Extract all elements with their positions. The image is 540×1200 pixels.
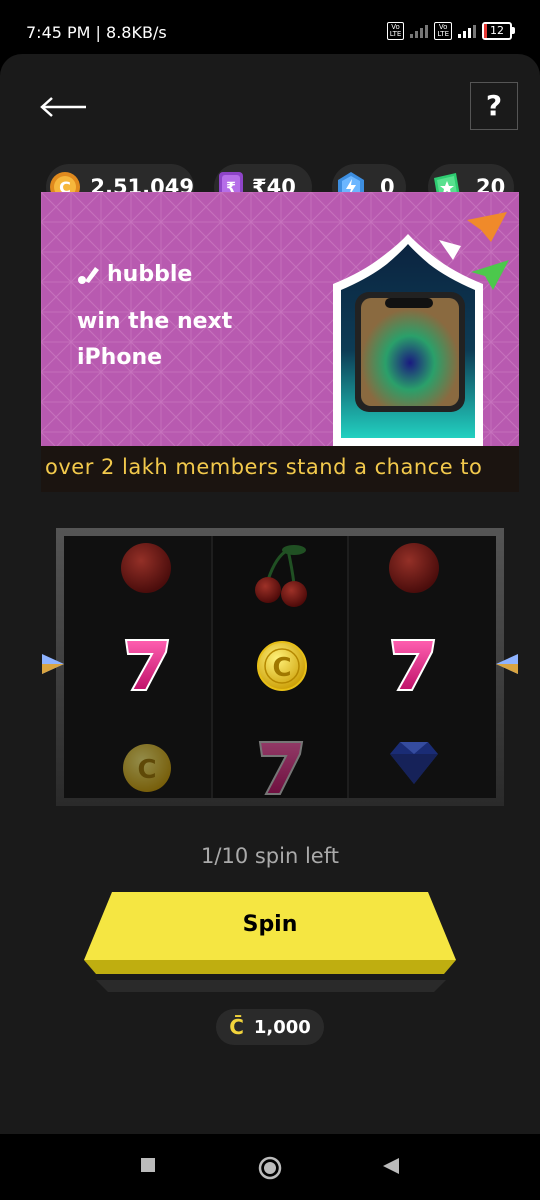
hubble-logo-icon [78, 266, 99, 284]
home-icon[interactable] [257, 1155, 283, 1181]
signal-icon [410, 24, 429, 38]
coin-symbol-icon-2: C [257, 641, 307, 691]
banner-ticker: over 2 lakh members stand a chance to [41, 446, 519, 492]
reel-pointer-right-icon [496, 654, 518, 674]
spin-cost-value: 1,000 [253, 1016, 311, 1038]
reel-pointer-left-icon [42, 654, 64, 674]
ticker-text: over 2 lakh members stand a chance to [45, 455, 483, 479]
coin-symbol-icon: C [123, 744, 171, 792]
back-nav-icon[interactable] [381, 1156, 401, 1176]
hubble-brand: hubble [77, 262, 192, 287]
cherry-icon [121, 543, 171, 593]
banner-tagline: win the next iPhone [77, 309, 233, 370]
battery-level: 12 [490, 24, 504, 37]
brand-name: hubble [107, 262, 193, 287]
volte-icon-2: Vo LTE [434, 22, 452, 40]
spins-left-text: 1/10 spin left [201, 844, 339, 868]
coin-currency-icon: C̄ [229, 1015, 244, 1039]
system-nav-bar [0, 1134, 540, 1200]
back-arrow-icon [40, 97, 86, 117]
spin-cost: C̄ 1,000 [216, 1009, 324, 1045]
svg-text:C: C [272, 653, 291, 683]
status-bar: 7:45 PM | 8.8KB/s Vo LTE Vo LTE 12 [0, 0, 540, 50]
promo-banner[interactable]: hubble win the next iPhone [41, 192, 519, 446]
slot-machine: C C [56, 528, 504, 806]
cherry-icon-3 [389, 543, 439, 593]
recents-icon[interactable] [139, 1156, 157, 1174]
status-time: 7:45 PM | 8.8KB/s [26, 23, 167, 42]
paper-birds-icon [439, 212, 509, 290]
signal-icon-2 [458, 24, 476, 38]
help-button[interactable]: ? [470, 82, 518, 130]
volte-icon: Vo LTE [386, 22, 405, 40]
spin-button[interactable] [84, 892, 456, 992]
svg-text:C: C [137, 755, 156, 785]
status-icons: Vo LTE Vo LTE 12 [386, 22, 515, 40]
battery-icon: 12 [482, 22, 515, 40]
back-button[interactable] [38, 94, 88, 120]
